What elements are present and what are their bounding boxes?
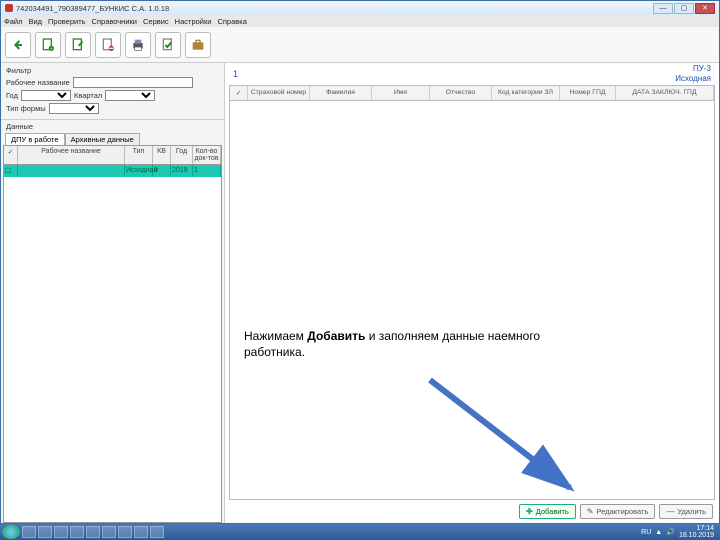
lt-col-year[interactable]: Год [171, 146, 193, 164]
lt-col-check[interactable]: ✓ [4, 146, 18, 164]
arrow-annotation [420, 370, 600, 510]
rt-col-mname[interactable]: Отчество [430, 86, 492, 100]
task-icon[interactable] [70, 526, 84, 538]
task-icon[interactable] [86, 526, 100, 538]
print-button[interactable] [125, 32, 151, 58]
quarter-select[interactable] [105, 90, 155, 101]
rt-col-cat[interactable]: Код категории ЗЛ [492, 86, 560, 100]
task-icon[interactable] [38, 526, 52, 538]
data-section: Данные ДПУ в работе Архивные данные ✓ Ра… [1, 120, 224, 523]
edit-doc-button[interactable] [65, 32, 91, 58]
menu-service[interactable]: Сервис [143, 17, 169, 26]
menubar: Файл Вид Проверить Справочники Сервис На… [1, 15, 719, 27]
rt-col-lname[interactable]: Фамилия [310, 86, 372, 100]
task-icon[interactable] [134, 526, 148, 538]
task-icon[interactable] [102, 526, 116, 538]
minus-icon: — [666, 507, 674, 516]
lt-col-type[interactable]: Тип [125, 146, 153, 164]
app-window: 742034491_790389477_БУНКИС С.А. 1.0.18 —… [0, 0, 720, 524]
tab-archive[interactable]: Архивные данные [65, 133, 140, 145]
task-icon[interactable] [150, 526, 164, 538]
form-subtype: Исходная [675, 74, 711, 84]
workname-input[interactable] [73, 77, 193, 88]
svg-text:+: + [50, 46, 53, 51]
start-button[interactable] [2, 525, 20, 539]
minimize-button[interactable]: — [653, 3, 673, 14]
left-panel: Фильтр Рабочее название Год Квартал Тип … [1, 63, 225, 523]
titlebar: 742034491_790389477_БУНКИС С.А. 1.0.18 —… [1, 1, 719, 15]
lt-col-kv[interactable]: КВ [153, 146, 171, 164]
label-workname: Рабочее название [6, 78, 70, 87]
new-doc-button[interactable]: + [35, 32, 61, 58]
menu-settings[interactable]: Настройки [175, 17, 212, 26]
menu-check[interactable]: Проверить [48, 17, 86, 26]
label-formtype: Тип формы [6, 104, 46, 113]
rt-col-fname[interactable]: Имя [372, 86, 430, 100]
label-year: Год [6, 91, 18, 100]
briefcase-button[interactable] [185, 32, 211, 58]
menu-file[interactable]: Файл [4, 17, 22, 26]
menu-help[interactable]: Справка [217, 17, 246, 26]
record-number: 1 [233, 69, 238, 79]
task-icon[interactable] [118, 526, 132, 538]
filter-section: Фильтр Рабочее название Год Квартал Тип … [1, 63, 224, 120]
formtype-select[interactable] [49, 103, 99, 114]
form-code: ПУ-3 [675, 64, 711, 74]
left-table: ✓ Рабочее название Тип КВ Год Кол-во док… [3, 145, 222, 523]
table-row[interactable]: ☐ Исходная 0 2019 1 [4, 165, 221, 177]
undo-button[interactable] [5, 32, 31, 58]
menu-view[interactable]: Вид [28, 17, 42, 26]
system-tray[interactable]: RU ▲ 🔊 17:14 18.10.2019 [641, 525, 718, 539]
clock[interactable]: 17:14 18.10.2019 [679, 525, 714, 539]
rt-col-check[interactable]: ✓ [230, 86, 248, 100]
rt-col-snum[interactable]: Страховой номер [248, 86, 310, 100]
lang-indicator[interactable]: RU [641, 529, 651, 536]
instruction-text: Нажимаем Добавить и заполняем данные нае… [244, 328, 540, 360]
menu-refs[interactable]: Справочники [92, 17, 137, 26]
close-button[interactable]: ✕ [695, 3, 715, 14]
lt-col-name[interactable]: Рабочее название [18, 146, 125, 164]
check-doc-button[interactable] [155, 32, 181, 58]
data-header: Данные [1, 120, 224, 133]
tray-icon[interactable]: 🔊 [666, 528, 675, 536]
rt-col-date[interactable]: ДАТА ЗАКЛЮЧ. ГПД [616, 86, 714, 100]
task-icon[interactable] [54, 526, 68, 538]
delete-button[interactable]: —Удалить [659, 504, 713, 519]
taskbar[interactable]: RU ▲ 🔊 17:14 18.10.2019 [0, 524, 720, 540]
app-icon [5, 4, 13, 12]
delete-doc-button[interactable] [95, 32, 121, 58]
lt-col-count[interactable]: Кол-во док-тов [193, 146, 221, 164]
tab-working[interactable]: ДПУ в работе [5, 133, 65, 145]
year-select[interactable] [21, 90, 71, 101]
maximize-button[interactable]: ▢ [674, 3, 694, 14]
toolbar: + [1, 27, 719, 63]
rt-col-gpd[interactable]: Номер ГПД [560, 86, 616, 100]
tray-icon[interactable]: ▲ [655, 529, 662, 536]
window-title: 742034491_790389477_БУНКИС С.А. 1.0.18 [16, 4, 169, 13]
label-quarter: Квартал [74, 91, 102, 100]
filter-header: Фильтр [6, 66, 219, 75]
task-icon[interactable] [22, 526, 36, 538]
